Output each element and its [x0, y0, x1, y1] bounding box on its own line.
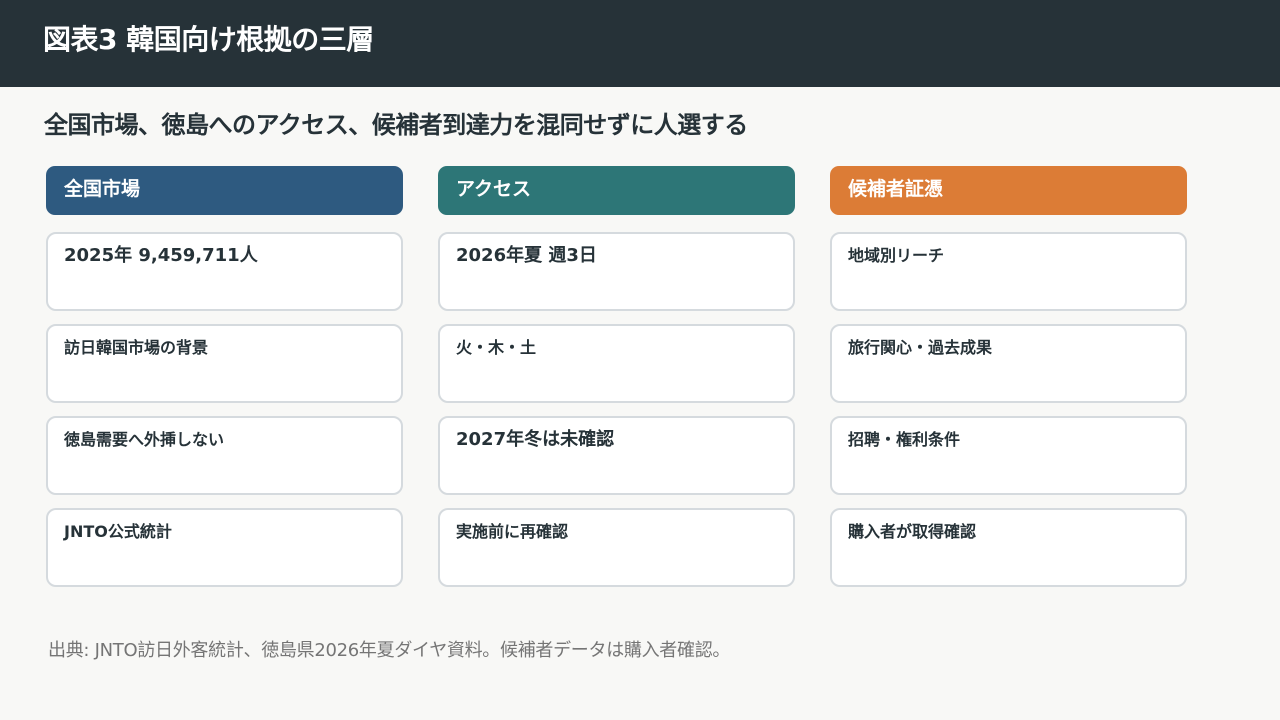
column-access: アクセス 2026年夏 週3日 火・木・土 2027年冬は未確認 実施前に再確認 — [438, 166, 795, 587]
column-candidate-evidence: 候補者証憑 地域別リーチ 旅行関心・過去成果 招聘・権利条件 購入者が取得確認 — [830, 166, 1187, 587]
header-bar: 図表3 韓国向け根拠の三層 — [0, 0, 1280, 87]
column-national-market: 全国市場 2025年 9,459,711人 訪日韓国市場の背景 徳島需要へ外挿し… — [46, 166, 403, 587]
card: 旅行関心・過去成果 — [830, 324, 1187, 403]
card: 2027年冬は未確認 — [438, 416, 795, 495]
card: 実施前に再確認 — [438, 508, 795, 587]
card: 2026年夏 週3日 — [438, 232, 795, 311]
card: 招聘・権利条件 — [830, 416, 1187, 495]
source-footnote: 出典: JNTO訪日外客統計、徳島県2026年夏ダイヤ資料。候補者データは購入者… — [48, 640, 731, 661]
card: 購入者が取得確認 — [830, 508, 1187, 587]
column-heading: アクセス — [438, 166, 795, 215]
page-title: 図表3 韓国向け根拠の三層 — [43, 23, 374, 56]
subtitle: 全国市場、徳島へのアクセス、候補者到達力を混同せずに人選する — [44, 111, 748, 139]
card: 徳島需要へ外挿しない — [46, 416, 403, 495]
card: JNTO公式統計 — [46, 508, 403, 587]
card: 2025年 9,459,711人 — [46, 232, 403, 311]
column-heading: 候補者証憑 — [830, 166, 1187, 215]
column-heading: 全国市場 — [46, 166, 403, 215]
card: 火・木・土 — [438, 324, 795, 403]
card: 地域別リーチ — [830, 232, 1187, 311]
card: 訪日韓国市場の背景 — [46, 324, 403, 403]
